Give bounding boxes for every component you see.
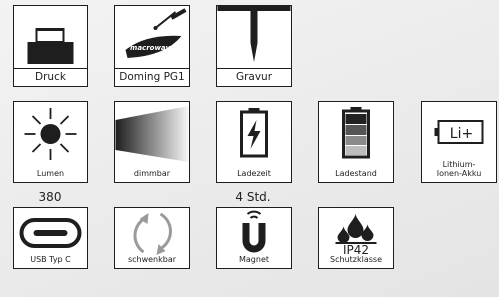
rotate-icon	[133, 212, 172, 255]
battery-level-icon	[342, 107, 370, 159]
tile-label: Lithium- Ionen-Akku	[422, 161, 496, 178]
tile-lithium: Li+ Lithium- Ionen-Akku	[421, 101, 497, 183]
tile-usb: USB Typ C	[13, 207, 88, 269]
tile-magnet: Magnet	[216, 207, 292, 269]
lumen-value: 380	[38, 190, 62, 204]
lithium-battery-icon: Li+	[434, 120, 484, 144]
engraving-icon	[217, 6, 291, 62]
sun-icon	[24, 108, 77, 160]
tile-doming: macrowave Doming PG1	[114, 5, 190, 87]
tile-label: Magnet	[238, 254, 269, 264]
svg-text:Li+: Li+	[450, 126, 473, 142]
tile-label: schwenkbar	[127, 254, 177, 264]
charging-battery-icon	[240, 108, 268, 158]
tile-label-line: Ionen-Akku	[436, 168, 482, 178]
tile-druck: Druck	[13, 5, 88, 87]
tile-label: USB Typ C	[30, 254, 71, 264]
tile-label: Gravur	[217, 68, 291, 86]
tile-label: Doming PG1	[115, 68, 189, 86]
tile-gravur: Gravur	[216, 5, 292, 87]
tile-label: Ladestand	[335, 168, 377, 178]
ladezeit-value: 4 Std.	[235, 190, 271, 204]
magnet-icon	[242, 210, 266, 253]
dimming-icon	[115, 106, 189, 162]
doming-icon: macrowave	[125, 8, 187, 58]
tile-lumen: Lumen	[13, 101, 88, 183]
tile-schutzklasse: IP42 Schutzklasse	[318, 207, 394, 269]
printer-icon	[27, 28, 74, 64]
tile-dimmbar: dimmbar	[114, 101, 190, 183]
tile-label: Druck	[14, 68, 87, 86]
tile-label: Lumen	[36, 168, 65, 178]
tile-schwenkbar: schwenkbar	[114, 207, 190, 269]
tile-label: Ladezeit	[237, 168, 271, 178]
tile-label: Schutzklasse	[330, 254, 382, 264]
tile-label: dimmbar	[133, 168, 171, 178]
svg-text:macrowave: macrowave	[130, 44, 175, 52]
tile-ladezeit: Ladezeit	[216, 101, 292, 183]
tile-ladestand: Ladestand	[318, 101, 394, 183]
water-drops-icon	[335, 213, 377, 244]
usb-c-icon	[19, 218, 82, 248]
